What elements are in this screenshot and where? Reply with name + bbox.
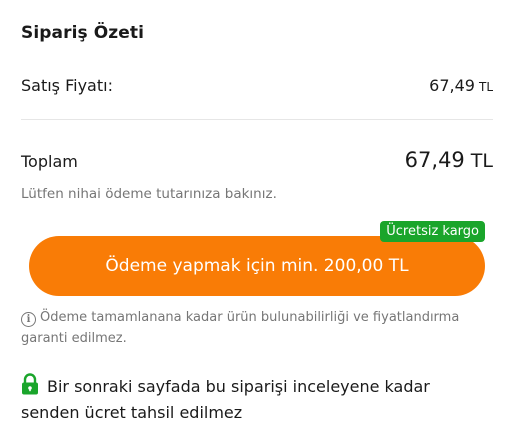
total-currency: TL	[470, 150, 493, 172]
sale-price-label: Satış Fiyatı:	[21, 76, 113, 95]
sale-price-row: Satış Fiyatı: 67,49 TL	[21, 76, 493, 95]
total-amount: 67,49	[404, 148, 465, 172]
lock-icon	[21, 373, 39, 401]
sale-price-value: 67,49 TL	[429, 76, 493, 95]
total-row: Toplam 67,49 TL	[21, 148, 493, 172]
availability-note-text: Ödeme tamamlanana kadar ürün bulunabilir…	[21, 310, 460, 346]
final-amount-hint: Lütfen nihai ödeme tutarınıza bakınız.	[21, 186, 277, 202]
payment-area: Ödeme yapmak için min. 200,00 TL Ücretsi…	[29, 221, 485, 296]
total-label: Toplam	[21, 152, 78, 171]
secure-payment-text: Bir sonraki sayfada bu siparişi inceleye…	[21, 377, 430, 422]
free-shipping-badge: Ücretsiz kargo	[380, 221, 485, 242]
order-summary-title: Sipariş Özeti	[21, 23, 145, 43]
secure-payment-note: Bir sonraki sayfada bu siparişi inceleye…	[21, 373, 491, 424]
total-value: 67,49 TL	[405, 148, 493, 172]
sale-price-amount: 67,49	[429, 76, 475, 95]
sale-price-currency: TL	[478, 80, 493, 94]
checkout-button[interactable]: Ödeme yapmak için min. 200,00 TL	[29, 236, 485, 296]
info-icon: i	[21, 312, 36, 327]
divider	[21, 119, 493, 120]
availability-note: i Ödeme tamamlanana kadar ürün bulunabili…	[21, 307, 481, 349]
